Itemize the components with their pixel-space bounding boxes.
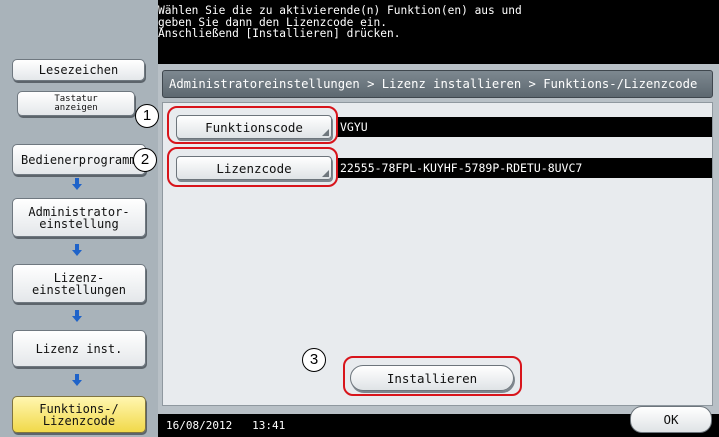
instruction-text: Wählen Sie die zu aktivierende(n) Funkti…	[158, 4, 522, 41]
show-keyboard-button[interactable]: Tastatur anzeigen	[17, 91, 135, 116]
breadcrumb: Administratoreinstellungen > Lizenz inst…	[162, 70, 713, 98]
ok-button[interactable]: OK	[630, 406, 712, 433]
down-arrow-icon	[72, 374, 82, 386]
step-install-license[interactable]: Lizenz inst.	[12, 330, 146, 367]
highlight-license-code	[167, 147, 338, 187]
date-time: 16/08/2012 13:41	[166, 414, 285, 437]
license-code-field[interactable]: 22555-78FPL-KUYHF-5789P-RDETU-8UVC7	[336, 158, 712, 178]
function-code-field[interactable]: VGYU	[336, 117, 712, 137]
time-text: 13:41	[252, 419, 286, 432]
date-text: 16/08/2012	[166, 419, 233, 432]
highlight-function-code	[167, 106, 338, 144]
step-function-license-code-active[interactable]: Funktions-/ Lizenzcode	[12, 396, 146, 433]
callout-2: 2	[133, 148, 157, 172]
down-arrow-icon	[72, 244, 82, 256]
step-license-settings[interactable]: Lizenz- einstellungen	[12, 264, 146, 303]
callout-3: 3	[302, 348, 326, 372]
step-administrator-settings[interactable]: Administrator- einstellung	[12, 198, 146, 237]
highlight-install	[343, 356, 522, 396]
down-arrow-icon	[72, 178, 82, 190]
step-operator-program[interactable]: Bedienerprogramm	[12, 144, 146, 175]
bookmark-button[interactable]: Lesezeichen	[12, 59, 145, 81]
down-arrow-icon	[72, 310, 82, 322]
callout-1: 1	[135, 104, 159, 128]
